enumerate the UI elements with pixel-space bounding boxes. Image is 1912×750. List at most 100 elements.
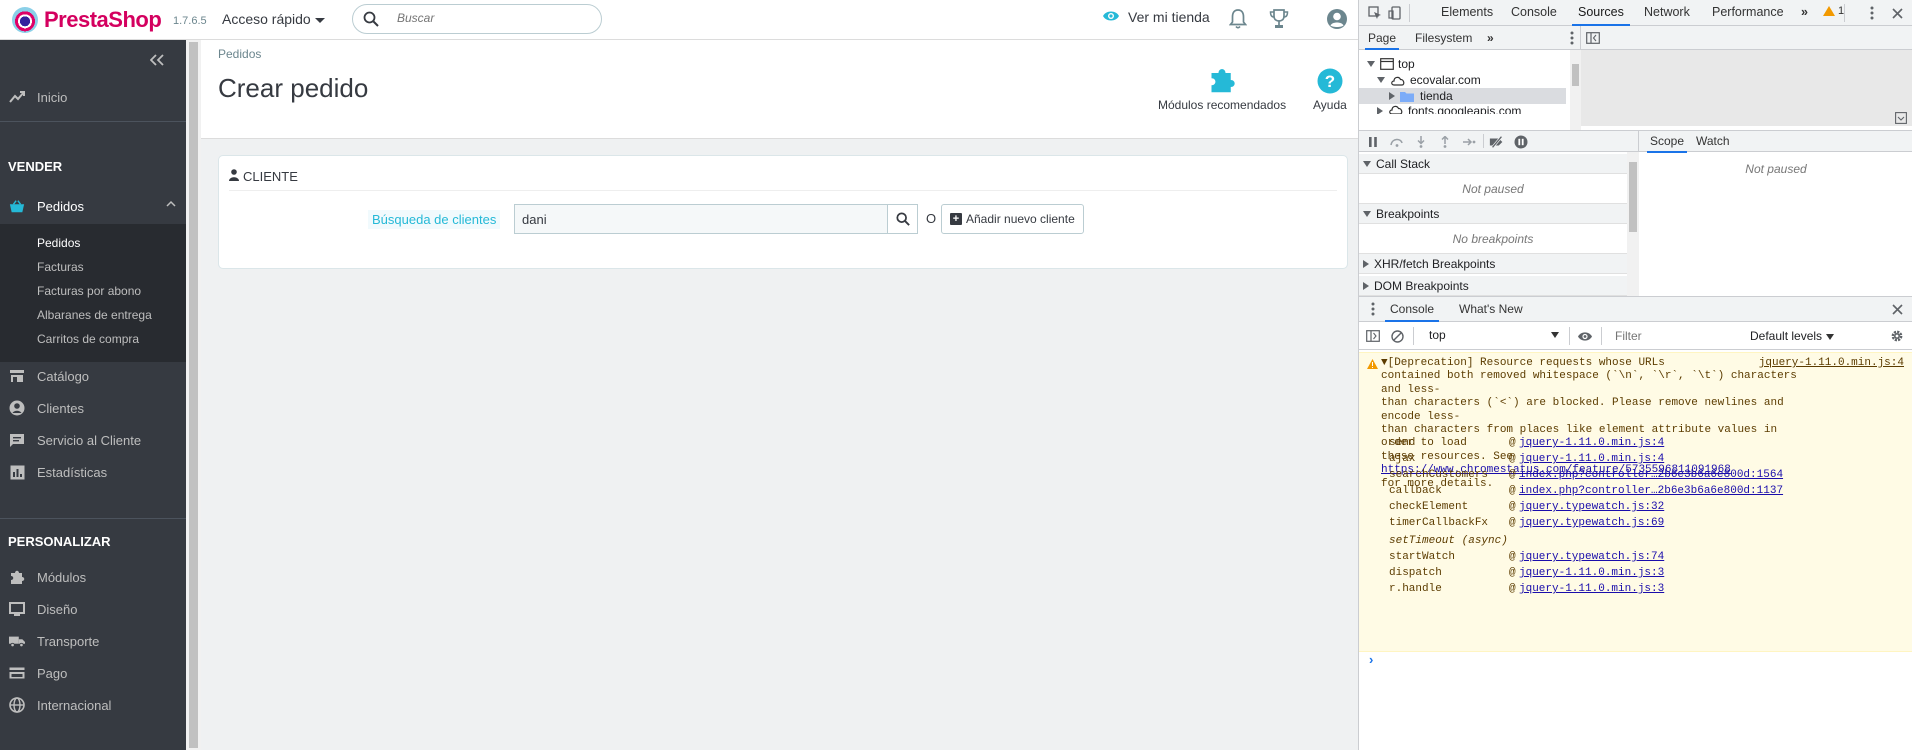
more-tabs-icon[interactable]: » xyxy=(1801,0,1808,26)
step-over-icon[interactable] xyxy=(1389,134,1405,150)
kebab-menu-icon[interactable] xyxy=(1365,301,1381,317)
tab-elements[interactable]: Elements xyxy=(1441,0,1493,26)
tree-item-fonts[interactable]: fonts.googleapis.com xyxy=(1377,104,1521,114)
search-icon[interactable] xyxy=(363,11,379,30)
stack-source-link[interactable]: jquery.typewatch.js:74 xyxy=(1519,551,1664,567)
customer-search-button[interactable] xyxy=(887,205,917,233)
recommended-modules-button[interactable]: Módulos recomendados xyxy=(1158,60,1286,112)
stack-source-link[interactable]: jquery-1.11.0.min.js:4 xyxy=(1519,453,1664,469)
debugger-scrollbar[interactable] xyxy=(1627,152,1639,296)
sidebar-item-transporte[interactable]: Transporte xyxy=(0,627,186,655)
tabbar-divider xyxy=(1409,4,1410,22)
view-shop-link[interactable]: Ver mi tienda xyxy=(1102,9,1210,25)
pause-icon[interactable] xyxy=(1365,134,1381,150)
submenu-item-facturas[interactable]: Facturas xyxy=(37,260,84,274)
sidebar-item-clientes[interactable]: Clientes xyxy=(0,394,186,422)
gear-icon[interactable] xyxy=(1889,328,1905,344)
tab-sources[interactable]: Sources xyxy=(1572,0,1630,26)
warning-source-link[interactable]: jquery-1.11.0.min.js:4 xyxy=(1759,357,1904,369)
tree-item-top[interactable]: top xyxy=(1367,56,1415,72)
trophy-icon[interactable] xyxy=(1269,8,1289,33)
stack-source-link[interactable]: index.php?controller…2b6e3b6a6e800d:1137 xyxy=(1519,485,1783,501)
close-drawer-icon[interactable] xyxy=(1889,301,1905,317)
deactivate-breakpoints-icon[interactable] xyxy=(1489,134,1505,150)
navigator-tab-filesystem[interactable]: Filesystem xyxy=(1415,26,1472,50)
breakpoints-body: No breakpoints xyxy=(1359,224,1627,254)
tab-watch[interactable]: Watch xyxy=(1696,131,1730,153)
sidebar-label-clientes: Clientes xyxy=(37,400,84,416)
plus-square-icon: + xyxy=(950,213,962,225)
stack-source-link[interactable]: jquery-1.11.0.min.js:4 xyxy=(1519,437,1664,453)
device-toolbar-icon[interactable] xyxy=(1387,5,1403,21)
scrollbar-thumb[interactable] xyxy=(189,42,198,748)
tab-console[interactable]: Console xyxy=(1511,0,1557,26)
sidebar-item-pago[interactable]: Pago xyxy=(0,659,186,687)
section-breakpoints[interactable]: Breakpoints xyxy=(1359,204,1627,224)
add-new-customer-label: Añadir nuevo cliente xyxy=(966,212,1075,226)
sidebar-item-estadisticas[interactable]: Estadísticas xyxy=(0,458,186,486)
pause-on-exceptions-icon[interactable] xyxy=(1513,134,1529,150)
collapse-triangle-icon xyxy=(1363,259,1369,268)
warning-count-badge[interactable]: 1 xyxy=(1823,5,1844,17)
quick-access-dropdown[interactable]: Acceso rápido xyxy=(222,11,325,27)
console-prompt[interactable]: › xyxy=(1369,652,1373,667)
scrollbar-thumb[interactable] xyxy=(1572,64,1579,86)
sidebar-item-servicio[interactable]: Servicio al Cliente xyxy=(0,426,186,454)
stack-source-link[interactable]: jquery-1.11.0.min.js:3 xyxy=(1519,583,1664,599)
stack-source-link[interactable]: index.php?controller…2b6e3b6a6e800d:1564 xyxy=(1519,469,1783,485)
sidebar-item-inicio[interactable]: Inicio xyxy=(0,83,186,111)
console-filter-input[interactable] xyxy=(1609,327,1739,345)
tab-network[interactable]: Network xyxy=(1644,0,1690,26)
drawer-tab-whats-new[interactable]: What's New xyxy=(1459,297,1523,322)
header-search-input[interactable] xyxy=(397,11,587,25)
kebab-menu-icon[interactable] xyxy=(1864,5,1880,21)
breadcrumb[interactable]: Pedidos xyxy=(218,47,261,61)
navigator-more-icon[interactable]: » xyxy=(1487,26,1494,50)
toggle-debugger-icon[interactable] xyxy=(1893,110,1909,126)
tree-item-domain[interactable]: ecovalar.com xyxy=(1377,72,1481,88)
clear-console-icon[interactable] xyxy=(1389,328,1405,344)
header-search[interactable] xyxy=(352,4,602,34)
drawer-tab-console[interactable]: Console xyxy=(1385,297,1440,322)
tab-performance[interactable]: Performance xyxy=(1712,0,1784,26)
sidebar-item-modulos[interactable]: Módulos xyxy=(0,563,186,591)
stack-source-link[interactable]: jquery.typewatch.js:32 xyxy=(1519,501,1664,517)
submenu-item-carritos[interactable]: Carritos de compra xyxy=(37,332,139,346)
collapse-sidebar-icon[interactable] xyxy=(149,50,164,71)
prestashop-logo[interactable]: PrestaShop xyxy=(12,7,162,33)
context-selector[interactable]: top xyxy=(1429,328,1559,342)
submenu-item-albaranes[interactable]: Albaranes de entrega xyxy=(37,308,152,322)
navigator-scrollbar[interactable] xyxy=(1570,50,1581,130)
tab-scope[interactable]: Scope xyxy=(1647,131,1688,153)
stack-source-link[interactable]: jquery-1.11.0.min.js:3 xyxy=(1519,567,1664,583)
customer-search-input[interactable] xyxy=(515,205,887,233)
kebab-menu-icon[interactable] xyxy=(1564,30,1580,46)
help-button[interactable]: ? Ayuda xyxy=(1313,60,1347,112)
console-sidebar-icon[interactable] xyxy=(1365,328,1381,344)
user-account-icon[interactable] xyxy=(1326,8,1348,33)
section-dom-breakpoints[interactable]: DOM Breakpoints xyxy=(1359,276,1627,296)
add-new-customer-button[interactable]: + Añadir nuevo cliente xyxy=(941,204,1084,234)
step-out-icon[interactable] xyxy=(1437,134,1453,150)
inspect-element-icon[interactable] xyxy=(1367,5,1383,21)
step-into-icon[interactable] xyxy=(1413,134,1429,150)
tree-item-tienda[interactable]: tienda xyxy=(1359,88,1566,104)
section-xhr-breakpoints[interactable]: XHR/fetch Breakpoints xyxy=(1359,254,1627,274)
step-icon[interactable] xyxy=(1461,134,1477,150)
sidebar-item-diseno[interactable]: Diseño xyxy=(0,595,186,623)
close-devtools-icon[interactable] xyxy=(1889,5,1905,21)
sidebar-item-catalogo[interactable]: Catálogo xyxy=(0,362,186,390)
log-levels-dropdown[interactable]: Default levels xyxy=(1750,329,1835,343)
sidebar-item-pedidos[interactable]: Pedidos xyxy=(0,192,186,220)
bell-icon[interactable] xyxy=(1228,8,1248,33)
section-call-stack[interactable]: Call Stack xyxy=(1359,154,1627,174)
page-scrollbar[interactable] xyxy=(186,40,201,750)
scrollbar-thumb[interactable] xyxy=(1629,162,1637,232)
submenu-item-facturas-abono[interactable]: Facturas por abono xyxy=(37,284,141,298)
live-expression-eye-icon[interactable] xyxy=(1577,328,1593,344)
sidebar-item-internacional[interactable]: Internacional xyxy=(0,691,186,719)
navigator-tab-page[interactable]: Page xyxy=(1365,26,1400,50)
stack-source-link[interactable]: jquery.typewatch.js:69 xyxy=(1519,517,1664,533)
submenu-item-pedidos[interactable]: Pedidos xyxy=(37,236,80,250)
toggle-navigator-icon[interactable] xyxy=(1585,30,1601,46)
